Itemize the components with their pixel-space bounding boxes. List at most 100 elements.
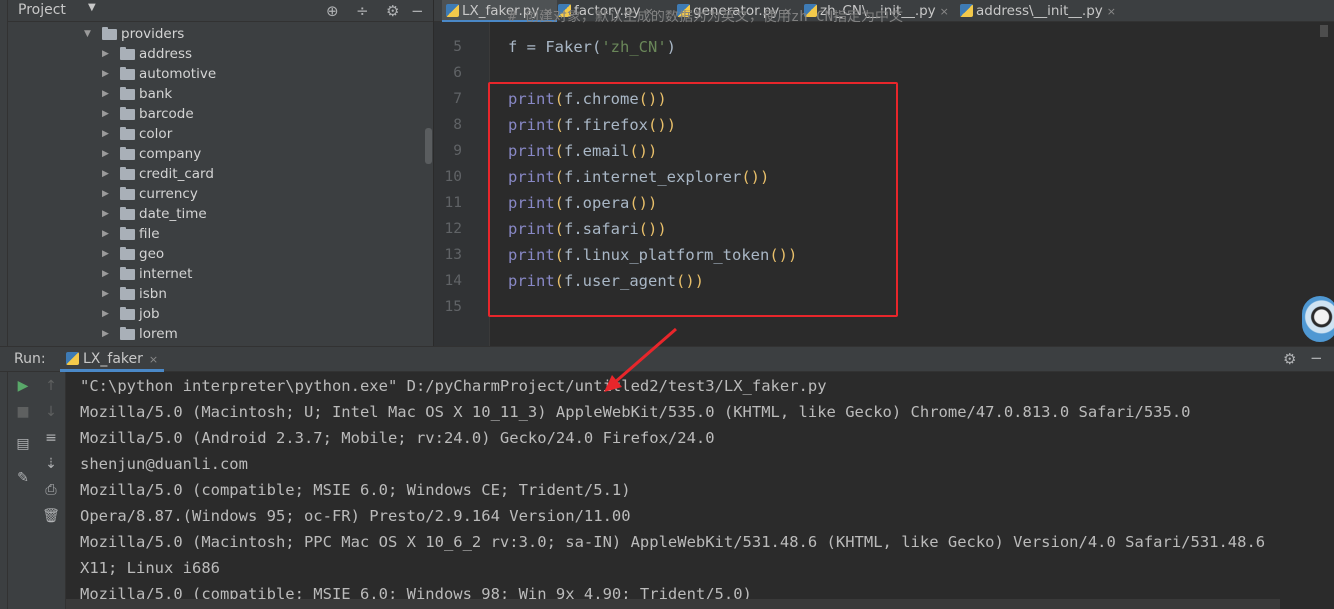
code-text: print(f.safari()) xyxy=(508,216,667,242)
trash-icon[interactable]: 🗑 xyxy=(38,508,64,524)
chevron-right-icon[interactable]: ▶ xyxy=(102,304,109,324)
chevron-right-icon[interactable]: ▶ xyxy=(102,84,109,104)
code-text: print(f.firefox()) xyxy=(508,112,676,138)
folder-icon xyxy=(120,107,135,120)
code-paren: () xyxy=(638,220,658,238)
folder-icon xyxy=(120,87,135,100)
code-text: print(f.opera()) xyxy=(508,190,657,216)
print-icon[interactable]: ⎙ xyxy=(38,482,64,498)
chevron-right-icon[interactable]: ▶ xyxy=(102,224,109,244)
chevron-right-icon[interactable]: ▶ xyxy=(102,164,109,184)
code-builtin: print xyxy=(508,168,555,186)
project-header: Project ▼ ⊕ ÷ ⚙ − xyxy=(8,0,433,22)
locate-icon[interactable]: ⊕ xyxy=(326,2,339,20)
arrow-up-icon[interactable]: ↑ xyxy=(38,378,64,394)
code-builtin: print xyxy=(508,116,555,134)
code-paren: ) xyxy=(657,90,667,108)
code-paren: () xyxy=(648,116,667,134)
run-tab-lx-faker[interactable]: LX_faker × xyxy=(60,347,165,372)
tree-item-label: geo xyxy=(139,246,165,262)
folder-icon xyxy=(120,147,135,160)
chevron-down-icon[interactable]: ▼ xyxy=(88,2,96,13)
chevron-right-icon[interactable]: ▶ xyxy=(102,324,109,344)
tree-item-job[interactable]: ▶ job xyxy=(8,304,433,324)
code-line: 8 print(f.firefox()) xyxy=(434,112,1324,138)
chevron-right-icon[interactable]: ▶ xyxy=(102,244,109,264)
code-paren: ) xyxy=(648,194,658,212)
project-title[interactable]: Project xyxy=(18,2,66,18)
tree-item-credit-card[interactable]: ▶ credit_card xyxy=(8,164,433,184)
folder-icon xyxy=(120,247,135,260)
gear-icon[interactable]: ⚙ xyxy=(386,2,399,20)
collapse-icon[interactable]: ÷ xyxy=(356,2,369,20)
tree-item-bank[interactable]: ▶ bank xyxy=(8,84,433,104)
code-call: f.chrome xyxy=(564,90,639,108)
code-call: f.firefox xyxy=(564,116,649,134)
run-console[interactable]: "C:\python interpreter\python.exe" D:/py… xyxy=(66,372,1334,609)
tree-item-geo[interactable]: ▶ geo xyxy=(8,244,433,264)
hide-icon[interactable]: − xyxy=(411,2,424,20)
hide-icon[interactable]: − xyxy=(1310,349,1323,367)
code-line: 15 xyxy=(434,294,1324,320)
code-paren: ) xyxy=(694,272,705,290)
code-line: 12 print(f.safari()) xyxy=(434,216,1324,242)
folder-icon xyxy=(120,167,135,180)
run-toolbar-secondary: ↑ ↓ ≡ ⇣ ⎙ 🗑 xyxy=(38,372,66,609)
tree-item-address[interactable]: ▶ address xyxy=(8,44,433,64)
tree-item-label: providers xyxy=(121,26,185,42)
tree-item-automotive[interactable]: ▶ automotive xyxy=(8,64,433,84)
tree-item-internet[interactable]: ▶ internet xyxy=(8,264,433,284)
folder-icon xyxy=(120,327,135,340)
editor-scrollbar[interactable] xyxy=(1320,25,1328,37)
chevron-down-icon[interactable]: ▼ xyxy=(84,24,91,44)
chevron-right-icon[interactable]: ▶ xyxy=(102,284,109,304)
console-horizontal-scrollbar[interactable] xyxy=(66,599,1280,609)
code-paren: () xyxy=(741,168,760,186)
code-var: f xyxy=(508,38,518,56)
code-builtin: print xyxy=(508,246,555,264)
chevron-right-icon[interactable]: ▶ xyxy=(102,44,109,64)
tree-item-label: lorem xyxy=(139,326,178,342)
gear-icon[interactable]: ⚙ xyxy=(1283,350,1296,368)
soft-wrap-icon[interactable]: ≡ xyxy=(38,430,64,446)
tree-item-isbn[interactable]: ▶ isbn xyxy=(8,284,433,304)
code-paren: ( xyxy=(554,168,565,186)
tree-item-color[interactable]: ▶ color xyxy=(8,124,433,144)
tree-item-barcode[interactable]: ▶ barcode xyxy=(8,104,433,124)
code-paren: ( xyxy=(554,116,565,134)
console-line: Mozilla/5.0 (Macintosh; U; Intel Mac OS … xyxy=(80,403,1191,421)
tree-scrollbar[interactable] xyxy=(425,128,432,164)
code-paren: () xyxy=(676,272,695,290)
code-editor[interactable]: # 创建对象，默认生成的数据为为英文，使用zh_CN指定为中文 5 f = Fak… xyxy=(434,10,1334,346)
tree-item-label: color xyxy=(139,126,173,142)
chevron-right-icon[interactable]: ▶ xyxy=(102,144,109,164)
code-paren: ) xyxy=(666,116,677,134)
tree-item-providers[interactable]: ▼ providers xyxy=(8,24,433,44)
tree-item-currency[interactable]: ▶ currency xyxy=(8,184,433,204)
layout-icon[interactable]: ▤ xyxy=(10,436,36,452)
close-icon[interactable]: × xyxy=(149,353,158,366)
line-number: 15 xyxy=(444,299,462,315)
tree-item-file[interactable]: ▶ file xyxy=(8,224,433,244)
project-panel: Project ▼ ⊕ ÷ ⚙ − ▼ providers ▶ address ▶ aut… xyxy=(8,0,433,346)
chevron-right-icon[interactable]: ▶ xyxy=(102,264,109,284)
chevron-right-icon[interactable]: ▶ xyxy=(102,184,109,204)
scroll-to-end-icon[interactable]: ⇣ xyxy=(38,456,64,472)
run-icon[interactable]: ▶ xyxy=(10,378,36,394)
tree-item-company[interactable]: ▶ company xyxy=(8,144,433,164)
code-builtin: print xyxy=(508,142,555,160)
chevron-right-icon[interactable]: ▶ xyxy=(102,204,109,224)
chevron-right-icon[interactable]: ▶ xyxy=(102,64,109,84)
tree-item-date-time[interactable]: ▶ date_time xyxy=(8,204,433,224)
line-number: 5 xyxy=(453,39,462,55)
stop-icon[interactable]: ■ xyxy=(10,404,36,420)
avatar[interactable] xyxy=(1302,296,1334,342)
tree-item-lorem[interactable]: ▶ lorem xyxy=(8,324,433,344)
arrow-down-icon[interactable]: ↓ xyxy=(38,404,64,420)
chevron-right-icon[interactable]: ▶ xyxy=(102,104,109,124)
console-line: Opera/8.87.(Windows 95; oc-FR) Presto/2.… xyxy=(80,507,631,525)
tree-item-label: address xyxy=(139,46,193,62)
run-toolbar: ▶ ■ ▤ ✎ xyxy=(8,372,38,609)
chevron-right-icon[interactable]: ▶ xyxy=(102,124,109,144)
pin-icon[interactable]: ✎ xyxy=(10,470,36,486)
